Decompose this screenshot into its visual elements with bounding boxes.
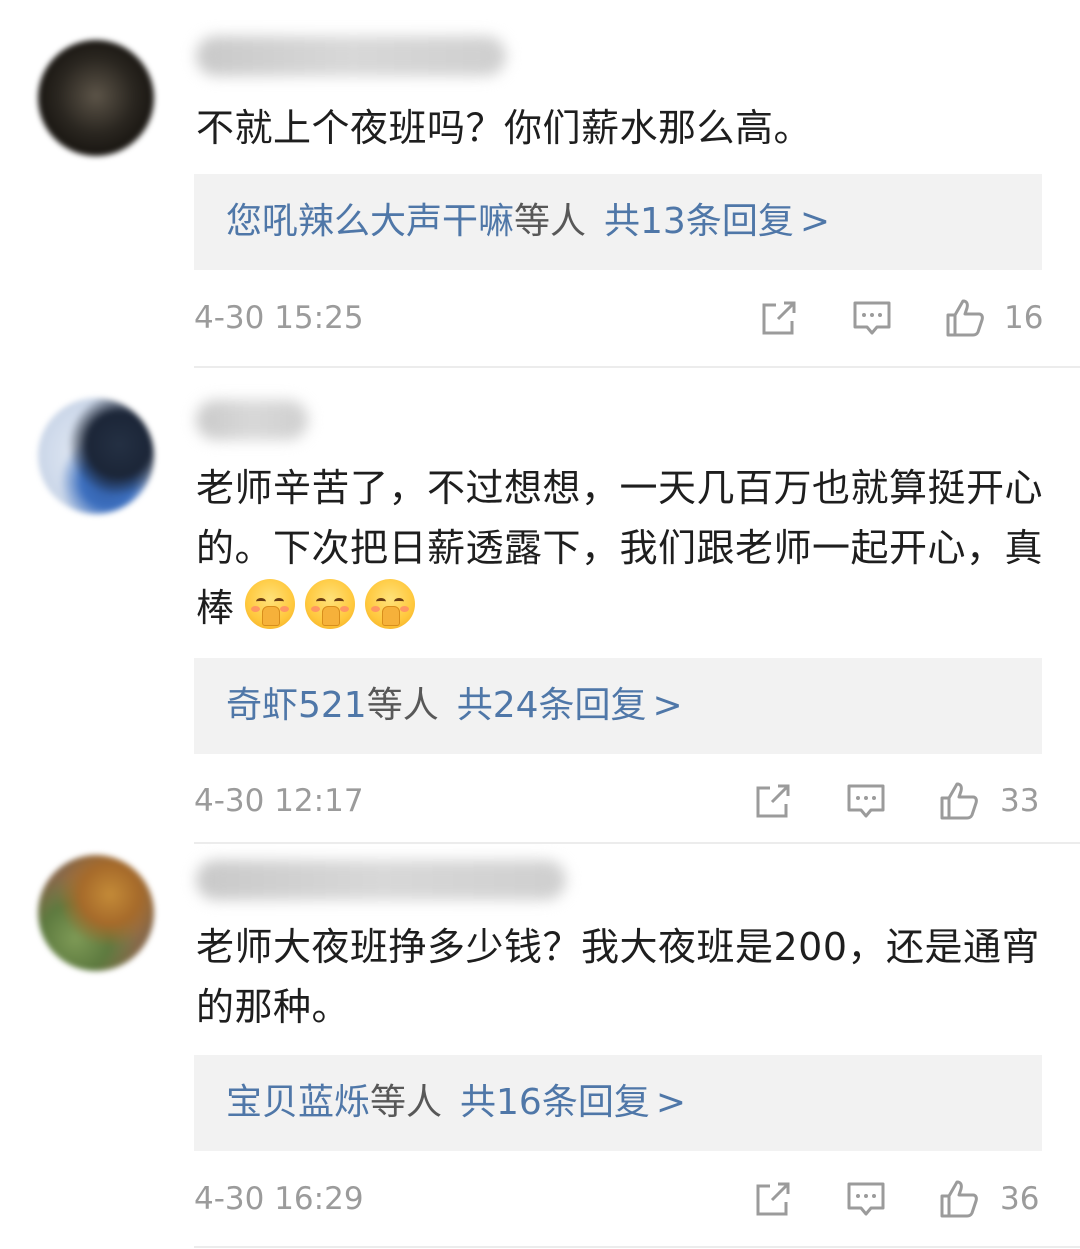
reply-suffix: 等人 (370, 1082, 443, 1123)
avatar[interactable] (38, 40, 154, 156)
shy-hands-emoji-icon (304, 579, 355, 629)
chevron-right-icon: > (799, 201, 831, 242)
comment-text: 不就上个夜班吗？你们薪水那么高。 (196, 106, 813, 150)
like-count: 16 (1004, 300, 1044, 336)
reply-names[interactable]: 您吼辣么大声干嘛 (226, 201, 514, 242)
comment-meta: 4-30 15:25 16 (194, 293, 1044, 343)
thumbs-up-icon[interactable] (938, 1178, 980, 1220)
reply-suffix: 等人 (366, 685, 439, 726)
comment-meta: 4-30 16:29 36 (194, 1174, 1042, 1224)
avatar[interactable] (38, 398, 154, 514)
like-count: 36 (1000, 1181, 1040, 1217)
shy-hands-emoji-icon (364, 579, 415, 629)
reply-names[interactable]: 奇虾521 (226, 685, 367, 726)
share-icon[interactable] (752, 780, 794, 822)
reply-count[interactable]: 共24条回复 (457, 685, 647, 726)
thumbs-up-icon[interactable] (944, 297, 986, 339)
comment-text: 老师辛苦了，不过想想，一天几百万也就算挺开心的。下次把日薪透露下，我们跟老师一起… (196, 458, 1046, 646)
username-blurred[interactable] (196, 36, 506, 76)
comment-icon[interactable] (845, 780, 887, 822)
reply-summary[interactable]: 您吼辣么大声干嘛等人 共13条回复 > (194, 174, 1042, 270)
comment-meta: 4-30 12:17 33 (194, 776, 1042, 826)
reply-count[interactable]: 共16条回复 (460, 1082, 650, 1123)
comment-text: 老师大夜班挣多少钱？我大夜班是200，还是通宵的那种。 (196, 925, 1041, 1029)
divider (194, 366, 1080, 368)
share-icon[interactable] (758, 297, 800, 339)
chevron-right-icon: > (655, 1082, 687, 1123)
reply-count[interactable]: 共13条回复 (604, 201, 794, 242)
comment-icon[interactable] (851, 297, 893, 339)
thumbs-up-icon[interactable] (938, 780, 980, 822)
timestamp: 4-30 15:25 (194, 300, 364, 336)
timestamp: 4-30 16:29 (194, 1181, 364, 1217)
username-blurred[interactable] (196, 400, 308, 440)
divider (194, 842, 1080, 844)
like-count: 33 (1000, 783, 1040, 819)
emoji-group (235, 579, 415, 646)
share-icon[interactable] (752, 1178, 794, 1220)
avatar[interactable] (38, 855, 154, 971)
chevron-right-icon: > (652, 685, 683, 726)
reply-summary[interactable]: 奇虾521等人 共24条回复 > (194, 658, 1042, 754)
reply-summary[interactable]: 宝贝蓝烁等人 共16条回复 > (194, 1055, 1042, 1151)
timestamp: 4-30 12:17 (194, 783, 364, 819)
reply-names[interactable]: 宝贝蓝烁 (226, 1082, 370, 1123)
shy-hands-emoji-icon (244, 579, 295, 629)
comment-icon[interactable] (845, 1178, 887, 1220)
divider (194, 1246, 1080, 1248)
reply-suffix: 等人 (514, 201, 587, 242)
username-blurred[interactable] (196, 860, 566, 900)
